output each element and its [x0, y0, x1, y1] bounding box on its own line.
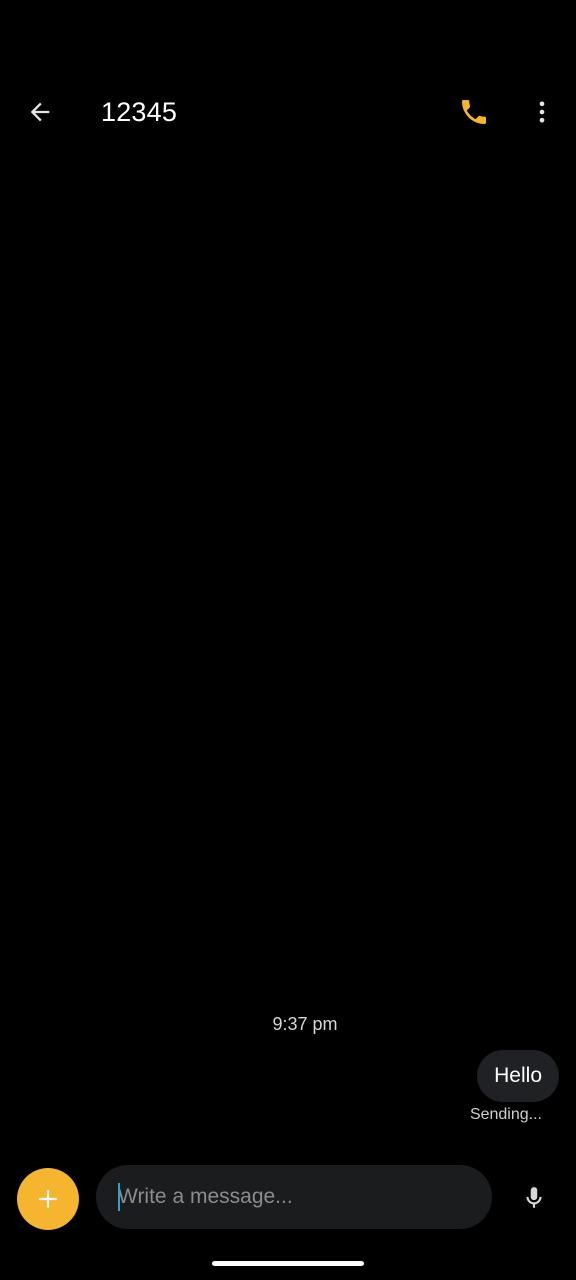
message-text: Hello [494, 1064, 542, 1087]
message-timestamp: 9:37 pm [272, 1014, 338, 1034]
arrow-left-icon [30, 102, 50, 122]
more-vert-icon [539, 101, 545, 123]
sent-message-bubble[interactable]: Hello [477, 1050, 559, 1102]
add-attachment-button[interactable] [17, 1168, 79, 1230]
home-indicator[interactable] [212, 1261, 364, 1266]
more-options-button[interactable] [516, 86, 568, 138]
call-button[interactable] [448, 86, 500, 138]
text-cursor [118, 1183, 120, 1211]
app-bar: 12345 [0, 72, 576, 152]
conversation-title: 12345 [101, 97, 178, 127]
voice-input-button[interactable] [510, 1172, 558, 1224]
back-button[interactable] [14, 86, 66, 138]
microphone-icon [526, 1187, 542, 1208]
phone-icon [462, 100, 486, 124]
message-status: Sending... [469, 1106, 542, 1123]
plus-icon [39, 1190, 57, 1208]
message-composer[interactable] [96, 1165, 492, 1229]
message-input[interactable] [118, 1165, 478, 1229]
